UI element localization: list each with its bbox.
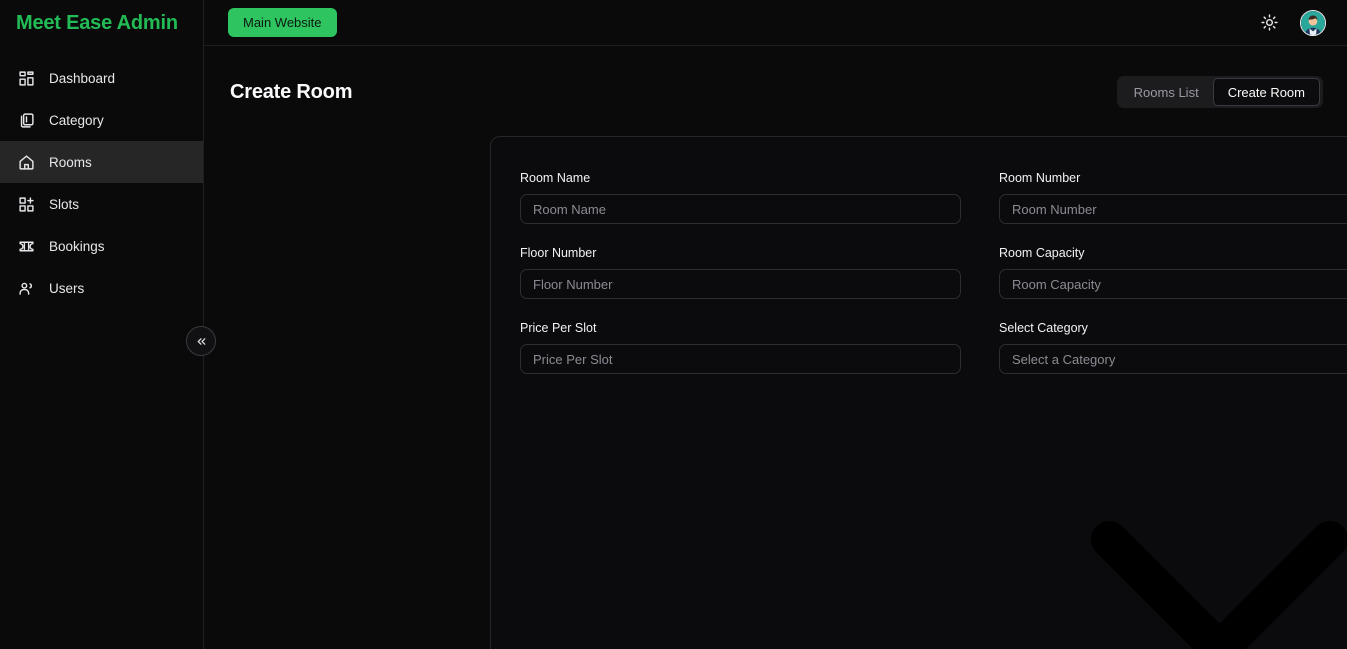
page-header: Create Room Rooms List Create Room [204,46,1347,112]
category-select-wrapper: Select a Category [999,344,1347,649]
field-price-per-slot: Price Per Slot [520,321,961,649]
field-room-name: Room Name [520,171,961,224]
room-capacity-label: Room Capacity [999,246,1085,260]
sidebar-item-bookings[interactable]: Bookings [0,225,203,267]
layers-copy-icon [18,112,35,129]
form-card-wrapper: Room Name Room Number Floor Number Room … [204,112,1347,649]
avatar[interactable] [1300,9,1326,36]
sidebar-item-slots[interactable]: Slots [0,183,203,225]
sidebar: Meet Ease Admin Dashboard Category Rooms… [0,0,204,649]
sidebar-nav: Dashboard Category Rooms Slots Bookings … [0,57,203,309]
price-per-slot-input[interactable] [520,344,961,374]
sidebar-item-label: Dashboard [49,70,116,86]
form-grid: Room Name Room Number Floor Number Room … [520,171,1347,649]
topbar: Main Website [204,0,1347,46]
sidebar-item-label: Slots [49,196,80,212]
category-select[interactable]: Select a Category [999,344,1347,374]
sidebar-item-users[interactable]: Users [0,267,203,309]
field-floor-number: Floor Number [520,246,961,299]
main-website-button[interactable]: Main Website [228,8,337,37]
sidebar-item-category[interactable]: Category [0,99,203,141]
layout-dashboard-icon [18,70,35,87]
app-root: Meet Ease Admin Dashboard Category Rooms… [0,0,1347,649]
user-avatar-icon [1301,10,1325,35]
view-tabs: Rooms List Create Room [1116,76,1323,108]
sidebar-item-label: Category [49,112,104,128]
sidebar-item-label: Rooms [49,154,92,170]
theme-toggle-button[interactable] [1258,12,1280,34]
tab-rooms-list[interactable]: Rooms List [1120,79,1213,105]
tab-create-room[interactable]: Create Room [1212,78,1320,106]
main-content: Main Website Create Room Rooms List Crea… [204,0,1347,649]
floor-number-label: Floor Number [520,246,597,260]
sidebar-item-label: Users [49,280,85,296]
sidebar-item-dashboard[interactable]: Dashboard [0,57,203,99]
field-select-category: Select Category Select a Category [999,321,1347,649]
grid-plus-icon [18,196,35,213]
field-room-capacity: Room Capacity [999,246,1347,299]
topbar-actions [1258,9,1326,36]
users-icon [18,280,35,297]
sidebar-collapse-button[interactable] [186,326,216,356]
field-room-number: Room Number [999,171,1347,224]
room-number-input[interactable] [999,194,1347,224]
chevrons-left-icon [195,335,208,348]
room-name-input[interactable] [520,194,961,224]
room-number-label: Room Number [999,171,1081,185]
select-category-label: Select Category [999,321,1088,335]
room-name-label: Room Name [520,171,591,185]
room-capacity-input[interactable] [999,269,1347,299]
ticket-icon [18,238,35,255]
sidebar-item-rooms[interactable]: Rooms [0,141,203,183]
home-icon [18,154,35,171]
brand-logo: Meet Ease Admin [16,11,178,34]
sun-icon [1260,14,1278,31]
floor-number-input[interactable] [520,269,961,299]
price-per-slot-label: Price Per Slot [520,321,597,335]
page-title: Create Room [230,80,353,103]
sidebar-item-label: Bookings [49,238,105,254]
create-room-form-card: Room Name Room Number Floor Number Room … [490,136,1347,649]
